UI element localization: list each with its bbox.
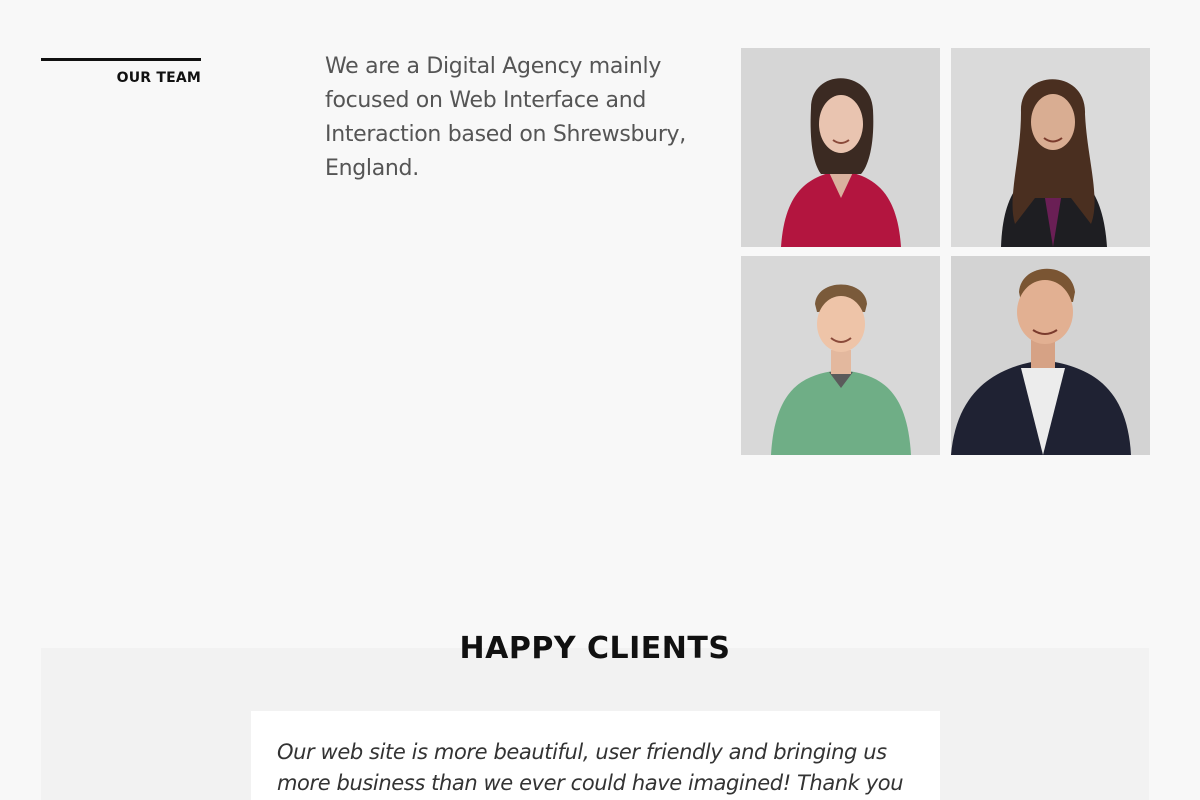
page: OUR TEAM We are a Digital Agency mainly … <box>0 0 1200 800</box>
team-photo <box>741 48 940 247</box>
agency-intro-text: We are a Digital Agency mainly focused o… <box>325 54 686 181</box>
team-photo <box>741 256 940 455</box>
team-photo <box>951 256 1150 455</box>
our-team-label: OUR TEAM <box>41 58 201 86</box>
team-photo <box>951 48 1150 247</box>
testimonial-card: Our web site is more beautiful, user fri… <box>251 711 940 800</box>
happy-clients-heading: HAPPY CLIENTS <box>459 631 731 666</box>
testimonial-text: Our web site is more beautiful, user fri… <box>277 740 904 795</box>
